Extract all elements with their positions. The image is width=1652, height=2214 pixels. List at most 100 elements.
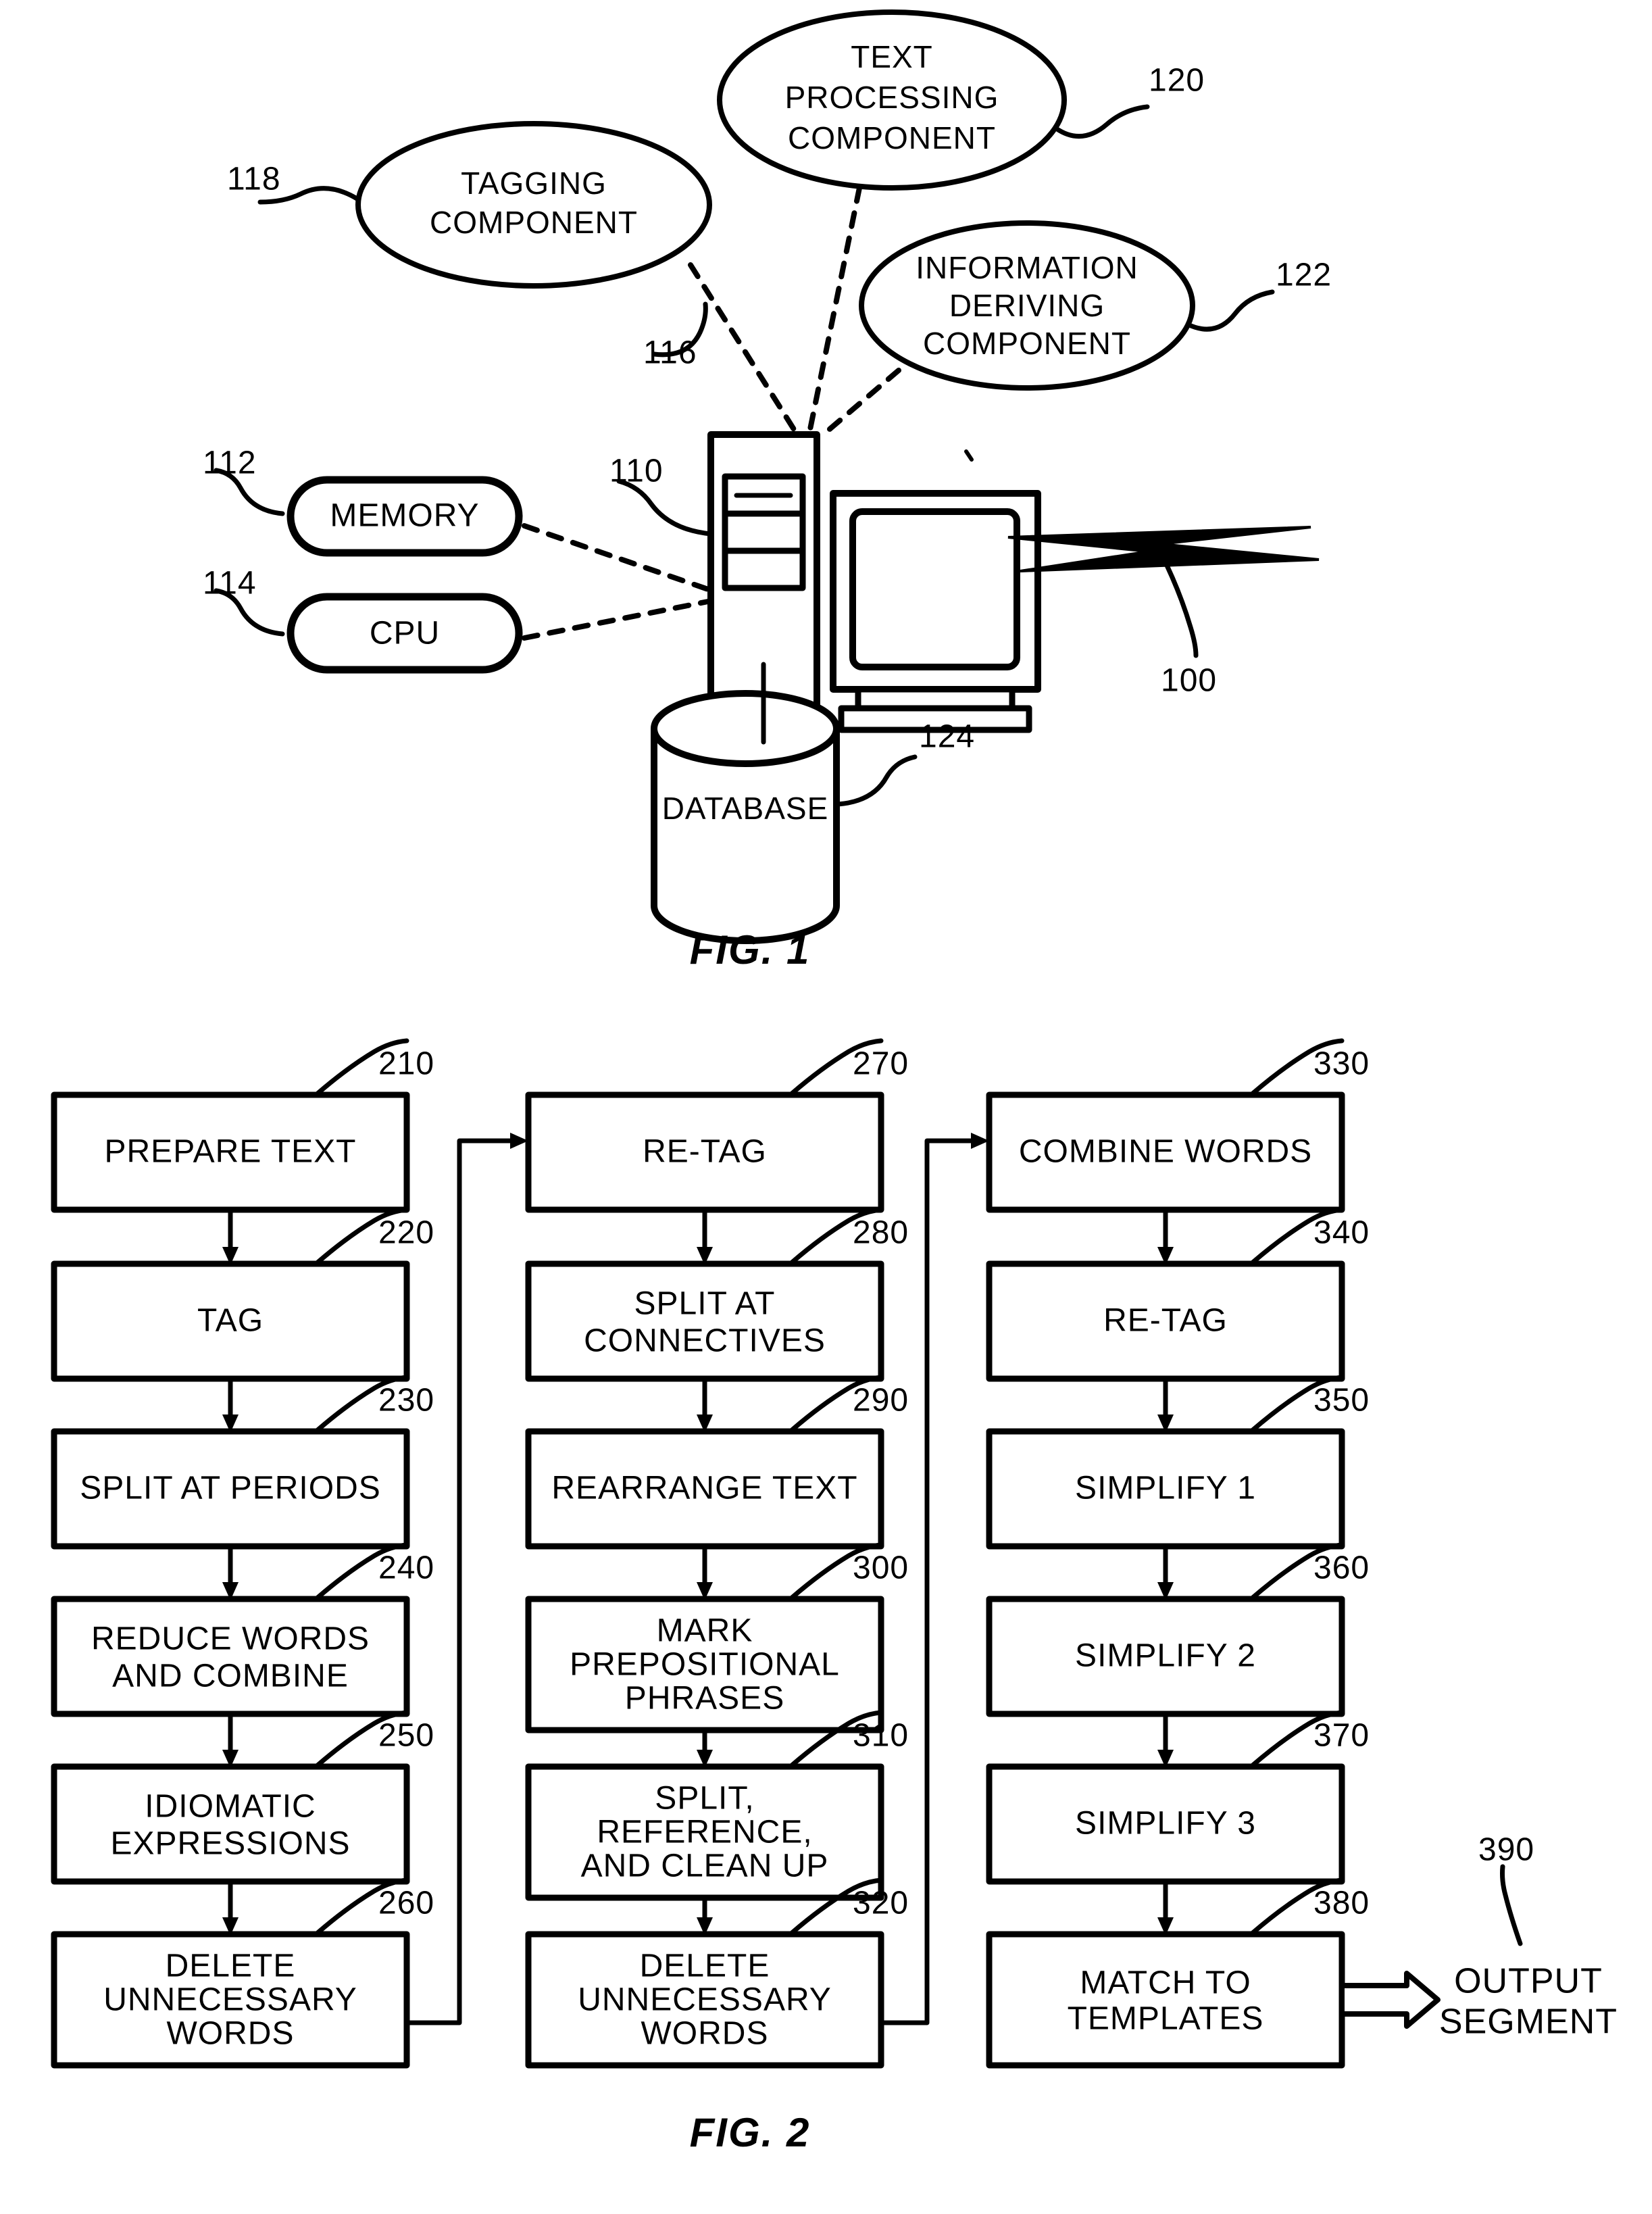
step-240-line-1: REDUCE WORDS xyxy=(91,1621,370,1657)
step-290-line-1: REARRANGE TEXT xyxy=(551,1471,857,1506)
ref-number-240: 240 xyxy=(378,1550,434,1586)
step-box-300[interactable]: MARK PREPOSITIONAL PHRASES xyxy=(525,1596,884,1733)
step-box-210[interactable]: PREPARE TEXT xyxy=(51,1091,410,1213)
step-box-360[interactable]: SIMPLIFY 2 xyxy=(986,1596,1345,1717)
database-cylinder[interactable]: DATABASE xyxy=(651,662,840,944)
ref-number-320: 320 xyxy=(853,1886,909,1921)
ref-number-260: 260 xyxy=(378,1886,434,1921)
step-320-line-1: DELETE xyxy=(640,1948,770,1984)
ref-number-120: 120 xyxy=(1149,63,1205,99)
step-box-340[interactable]: RE-TAG xyxy=(986,1260,1345,1382)
ref-number-380: 380 xyxy=(1313,1886,1370,1921)
figure-1-caption: FIG. 1 xyxy=(690,927,811,973)
ref-number-118: 118 xyxy=(227,162,281,197)
node-cpu[interactable]: CPU xyxy=(286,593,523,674)
step-box-370[interactable]: SIMPLIFY 3 xyxy=(986,1763,1345,1885)
figure-2-caption: FIG. 2 xyxy=(690,2110,811,2155)
step-box-240[interactable]: REDUCE WORDS AND COMBINE xyxy=(51,1596,410,1717)
step-310-line-1: SPLIT, xyxy=(655,1781,754,1817)
information-deriving-component-label-1: INFORMATION xyxy=(916,250,1138,285)
ref-number-290: 290 xyxy=(853,1383,909,1419)
step-300-line-1: MARK xyxy=(657,1613,753,1649)
leader-line-120 xyxy=(1053,104,1150,139)
step-box-330[interactable]: COMBINE WORDS xyxy=(986,1091,1345,1213)
text-processing-component-label-2: PROCESSING xyxy=(785,80,999,115)
step-box-350[interactable]: SIMPLIFY 1 xyxy=(986,1428,1345,1550)
ref-number-300: 300 xyxy=(853,1550,909,1586)
node-information-deriving-component[interactable]: INFORMATION DERIVING COMPONENT xyxy=(859,220,1195,391)
figure-1: TEXT PROCESSING COMPONENT 120 TAGGING CO… xyxy=(203,9,1332,973)
step-300-line-2: PREPOSITIONAL xyxy=(570,1647,840,1683)
step-box-320[interactable]: DELETE UNNECESSARY WORDS xyxy=(525,1931,884,2069)
drive-bay-3 xyxy=(722,547,806,591)
dashed-link-text-processing xyxy=(807,185,862,435)
ref-number-310: 310 xyxy=(853,1718,909,1754)
step-280-line-1: SPLIT AT xyxy=(634,1286,776,1322)
tagging-component-label-1: TAGGING xyxy=(461,166,607,201)
figure-2: PREPARE TEXT 210 TAG 220 SPLIT AT PERIOD… xyxy=(51,1038,1618,2155)
step-box-310[interactable]: SPLIT, REFERENCE, AND CLEAN UP xyxy=(525,1763,884,1901)
patent-drawing-sheet: TEXT PROCESSING COMPONENT 120 TAGGING CO… xyxy=(0,0,1652,2214)
node-tagging-component[interactable]: TAGGING COMPONENT xyxy=(355,121,712,289)
dashed-link-tagging xyxy=(688,262,799,435)
tagging-component-label-2: COMPONENT xyxy=(430,205,638,240)
lightning-bolt-icon xyxy=(1007,526,1320,572)
step-240-line-2: AND COMBINE xyxy=(112,1658,349,1694)
node-memory[interactable]: MEMORY xyxy=(286,476,523,557)
step-380-line-1: MATCH TO xyxy=(1080,1965,1251,2001)
step-box-280[interactable]: SPLIT AT CONNECTIVES xyxy=(525,1260,884,1382)
leader-line-100 xyxy=(1158,550,1199,658)
ref-number-330: 330 xyxy=(1313,1046,1370,1082)
ref-number-280: 280 xyxy=(853,1215,909,1251)
ref-number-114: 114 xyxy=(203,566,257,601)
step-260-line-1: DELETE xyxy=(166,1948,296,1984)
monitor-screen xyxy=(849,508,1020,670)
step-210-line-1: PREPARE TEXT xyxy=(105,1134,357,1170)
ref-number-116: 116 xyxy=(643,335,697,371)
output-segment-label-group: OUTPUT SEGMENT xyxy=(1439,1962,1618,2042)
ref-number-122: 122 xyxy=(1276,257,1332,293)
step-330-line-1: COMBINE WORDS xyxy=(1019,1134,1312,1170)
memory-label: MEMORY xyxy=(330,498,479,534)
step-box-220[interactable]: TAG xyxy=(51,1260,410,1382)
step-box-290[interactable]: REARRANGE TEXT xyxy=(525,1428,884,1550)
scan-artifact-mark xyxy=(964,449,974,462)
step-box-250[interactable]: IDIOMATIC EXPRESSIONS xyxy=(51,1763,410,1885)
step-380-line-2: TEMPLATES xyxy=(1068,2001,1264,2037)
step-320-line-3: WORDS xyxy=(641,2016,769,2052)
step-340-line-1: RE-TAG xyxy=(1103,1303,1228,1339)
step-box-270[interactable]: RE-TAG xyxy=(525,1091,884,1213)
dashed-link-cpu xyxy=(522,599,711,641)
node-text-processing-component[interactable]: TEXT PROCESSING COMPONENT xyxy=(717,9,1067,191)
step-250-line-1: IDIOMATIC xyxy=(145,1789,316,1825)
dashed-link-memory xyxy=(522,523,711,592)
step-box-380[interactable]: MATCH TO TEMPLATES xyxy=(986,1931,1345,2069)
step-280-line-2: CONNECTIVES xyxy=(584,1323,826,1359)
leader-line-122 xyxy=(1185,289,1275,332)
ref-number-340: 340 xyxy=(1313,1215,1370,1251)
ref-number-370: 370 xyxy=(1313,1718,1370,1754)
step-310-line-2: REFERENCE, xyxy=(597,1815,812,1850)
ref-number-360: 360 xyxy=(1313,1550,1370,1586)
ref-number-390: 390 xyxy=(1478,1832,1534,1868)
ref-number-350: 350 xyxy=(1313,1383,1370,1419)
ref-number-230: 230 xyxy=(378,1383,434,1419)
ref-number-220: 220 xyxy=(378,1215,434,1251)
step-box-260[interactable]: DELETE UNNECESSARY WORDS xyxy=(51,1931,410,2069)
text-processing-component-label-3: COMPONENT xyxy=(788,120,996,155)
ref-number-250: 250 xyxy=(378,1718,434,1754)
step-270-line-1: RE-TAG xyxy=(643,1134,767,1170)
leader-line-390 xyxy=(1500,1864,1523,1946)
output-segment-line-2: SEGMENT xyxy=(1439,2002,1618,2042)
step-300-line-3: PHRASES xyxy=(625,1681,784,1717)
step-230-line-1: SPLIT AT PERIODS xyxy=(80,1471,381,1506)
step-box-230[interactable]: SPLIT AT PERIODS xyxy=(51,1428,410,1550)
step-260-line-3: WORDS xyxy=(167,2016,295,2052)
step-250-line-2: EXPRESSIONS xyxy=(110,1826,350,1862)
step-260-line-2: UNNECESSARY xyxy=(103,1982,357,2018)
output-segment-line-1: OUTPUT xyxy=(1454,1962,1603,2001)
dashed-link-information-deriving xyxy=(823,368,901,435)
step-370-line-1: SIMPLIFY 3 xyxy=(1075,1806,1256,1842)
computer-monitor[interactable] xyxy=(830,490,1041,733)
drawing-canvas: TEXT PROCESSING COMPONENT 120 TAGGING CO… xyxy=(51,9,1618,2155)
